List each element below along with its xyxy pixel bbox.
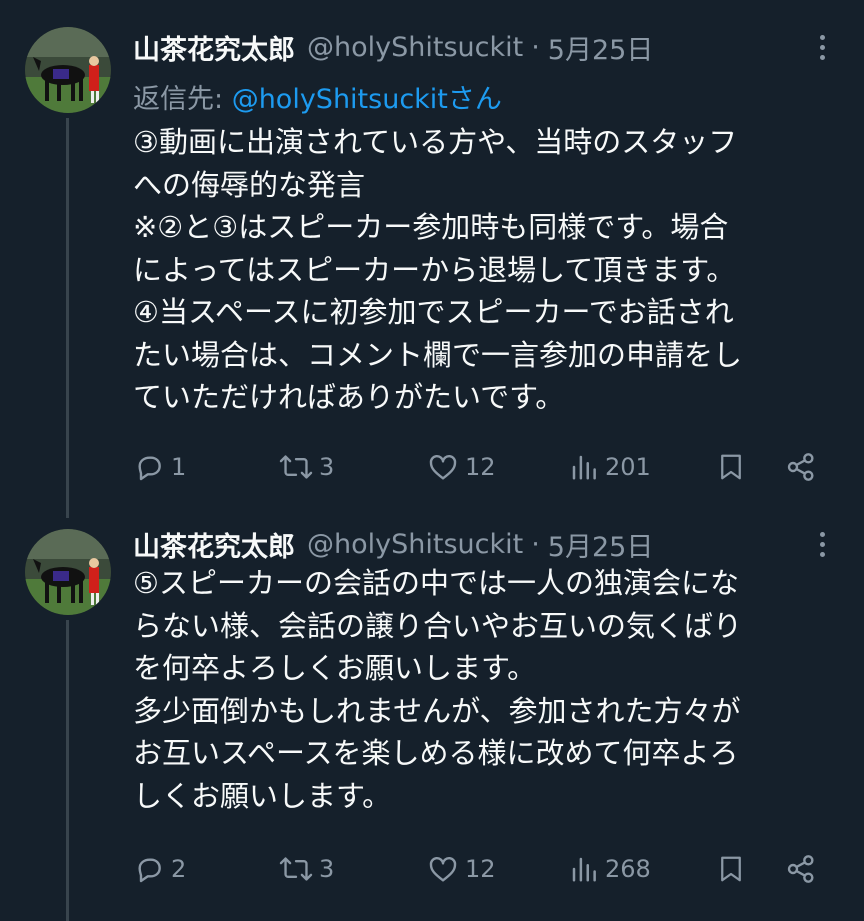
bookmark-button[interactable] (716, 849, 746, 889)
like-button[interactable]: 12 (427, 447, 496, 487)
tweet-header: 山茶花究太郎 @holyShitsuckit · 5月25日 (133, 27, 653, 67)
tweet-text-line: お互いスペースを楽しめる様に改めて何卒よろ (133, 736, 739, 770)
user-handle[interactable]: @holyShitsuckit (307, 529, 523, 560)
tweet[interactable]: 山茶花究太郎 @holyShitsuckit · 5月25日 ⑤スピーカーの会話… (0, 524, 864, 904)
display-name[interactable]: 山茶花究太郎 (133, 525, 295, 564)
bookmark-icon (721, 856, 741, 882)
bookmark-button[interactable] (716, 447, 746, 487)
views-count: 268 (605, 855, 651, 883)
separator-dot: · (531, 528, 540, 560)
tweet-date[interactable]: 5月25日 (548, 28, 654, 67)
separator-dot: · (531, 31, 540, 63)
heart-icon (429, 857, 457, 882)
tweet-text-line: ⑤スピーカーの会話の中では一人の独演会にな (133, 566, 739, 600)
retweet-count: 3 (319, 453, 335, 481)
avatar[interactable] (25, 27, 111, 113)
retweet-icon (279, 857, 313, 881)
retweet-button[interactable]: 3 (279, 849, 334, 889)
tweet-text: ⑤スピーカーの会話の中では一人の独演会にな らない様、会話の譲り合いやお互いの気… (133, 562, 848, 817)
like-button[interactable]: 12 (427, 849, 496, 889)
reply-context: 返信先: @holyShitsuckitさん (133, 77, 502, 116)
like-count: 12 (465, 855, 496, 883)
reply-button[interactable]: 2 (133, 849, 186, 889)
retweet-count: 3 (319, 855, 335, 883)
reply-icon (138, 456, 161, 481)
share-icon (787, 855, 814, 883)
tweet-text-line: ③動画に出演されている方や、当時のスタッフ (133, 125, 738, 159)
analytics-icon (572, 455, 596, 480)
tweet[interactable]: 山茶花究太郎 @holyShitsuckit · 5月25日 返信先: @hol… (0, 27, 864, 507)
bookmark-icon (721, 454, 741, 480)
analytics-icon (572, 857, 596, 882)
tweet-text: ③動画に出演されている方や、当時のスタッフ への侮辱的な発言 ※②と③はスピーカ… (133, 121, 848, 419)
tweet-text-line: を何卒よろしくお願いします。 (133, 651, 537, 685)
retweet-icon (279, 455, 313, 479)
more-icon[interactable] (808, 31, 836, 63)
more-icon[interactable] (808, 528, 836, 560)
tweet-actions: 1 3 12 201 (133, 447, 833, 487)
reply-count: 2 (171, 855, 187, 883)
tweet-text-line: 多少面倒かもしれませんが、参加された方々が (133, 693, 741, 728)
tweet-text-line: への侮辱的な発言 (133, 167, 366, 202)
views-button[interactable]: 201 (569, 447, 651, 487)
share-button[interactable] (785, 447, 817, 487)
display-name[interactable]: 山茶花究太郎 (133, 28, 295, 67)
reply-to-label: 返信先: (133, 84, 232, 115)
tweet-actions: 2 3 12 268 (133, 849, 833, 889)
tweet-text-line: ④当スペースに初参加でスピーカーでお話され (133, 295, 734, 329)
tweet-text-line: によってはスピーカーから退場して頂きます。 (133, 252, 736, 287)
tweet-text-line: たい場合は、コメント欄で一言参加の申請をし (133, 337, 743, 372)
like-count: 12 (465, 453, 496, 481)
heart-icon (429, 455, 457, 480)
share-icon (787, 453, 814, 481)
tweet-text-line: ※②と③はスピーカー参加時も同様です。場合 (133, 210, 729, 244)
views-button[interactable]: 268 (569, 849, 651, 889)
user-handle[interactable]: @holyShitsuckit (307, 32, 523, 63)
share-button[interactable] (785, 849, 817, 889)
views-count: 201 (605, 453, 651, 481)
retweet-button[interactable]: 3 (279, 447, 334, 487)
avatar[interactable] (25, 529, 111, 615)
reply-mention-link[interactable]: @holyShitsuckitさん (232, 84, 502, 115)
reply-icon (138, 858, 161, 883)
reply-button[interactable]: 1 (133, 447, 186, 487)
tweet-text-line: らない様、会話の譲り合いやお互いの気くばり (133, 608, 743, 643)
tweet-text-line: ていただければありがたいです。 (133, 380, 565, 414)
tweet-header: 山茶花究太郎 @holyShitsuckit · 5月25日 (133, 524, 653, 564)
tweet-date[interactable]: 5月25日 (548, 525, 654, 564)
reply-count: 1 (171, 453, 187, 481)
tweet-text-line: しくお願いします。 (133, 778, 392, 813)
